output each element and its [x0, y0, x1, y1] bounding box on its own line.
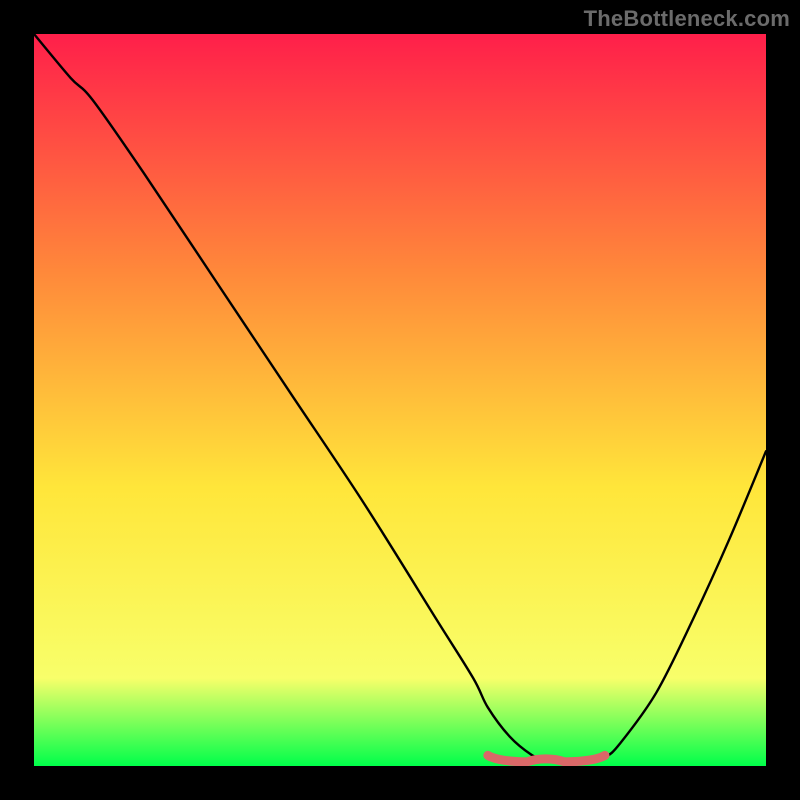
watermark-text: TheBottleneck.com	[584, 6, 790, 32]
gradient-background	[34, 34, 766, 766]
chart-frame	[34, 34, 766, 766]
bottleneck-chart	[34, 34, 766, 766]
flat-region-marker	[488, 755, 605, 762]
